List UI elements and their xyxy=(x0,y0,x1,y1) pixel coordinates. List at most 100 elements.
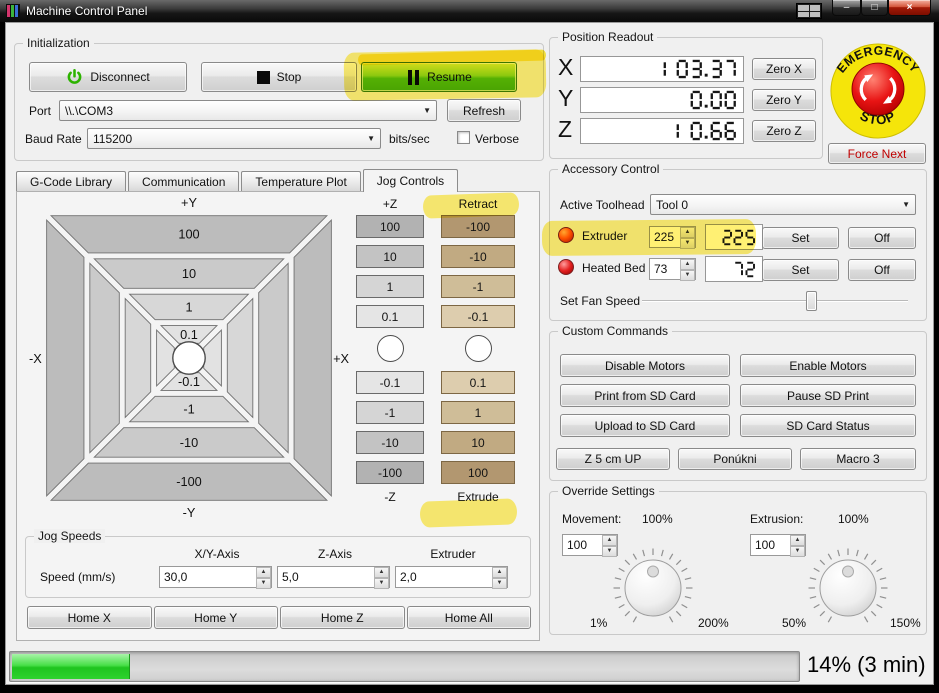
jog-z-button--100[interactable]: -100 xyxy=(356,461,424,484)
z-bottom-label: -Z xyxy=(356,491,424,504)
jog-pad-x-minus-1[interactable] xyxy=(90,263,119,452)
jog-e-button-10[interactable]: 10 xyxy=(441,431,515,454)
speed-xy-spinner[interactable]: 30,0 ▲▼ xyxy=(159,566,272,588)
machine-control-panel-window: Machine Control Panel – □ × Initializati… xyxy=(0,0,939,693)
pause-sd-print-button[interactable]: Pause SD Print xyxy=(740,384,916,407)
upload-to-sd-button[interactable]: Upload to SD Card xyxy=(560,414,730,437)
active-toolhead-combobox[interactable]: Tool 0 ▼ xyxy=(650,194,916,215)
home-z-label: Home Z xyxy=(321,611,364,625)
minimize-button[interactable]: – xyxy=(832,0,861,16)
home-y-button[interactable]: Home Y xyxy=(154,606,279,629)
movement-label: Movement: xyxy=(562,512,621,526)
spin-up-icon[interactable]: ▲ xyxy=(492,567,507,578)
movement-knob[interactable] xyxy=(605,538,701,634)
extrusion-max-label: 150% xyxy=(890,616,921,630)
jog-z-button-1[interactable]: 1 xyxy=(356,275,424,298)
home-all-button[interactable]: Home All xyxy=(407,606,532,629)
jog-pad-x-minus-3[interactable] xyxy=(157,330,175,386)
macro-3-button[interactable]: Macro 3 xyxy=(800,448,916,470)
speed-z-spinner[interactable]: 5,0 ▲▼ xyxy=(277,566,390,588)
fan-slider-track[interactable] xyxy=(642,300,908,302)
force-next-button[interactable]: Force Next xyxy=(828,143,926,164)
heated-bed-target-spinner[interactable]: 73 ▲▼ xyxy=(649,258,696,280)
verbose-checkbox[interactable] xyxy=(457,131,470,144)
heated-bed-set-button[interactable]: Set xyxy=(762,259,839,281)
tab-jog-controls[interactable]: Jog Controls xyxy=(363,169,458,192)
jog-pad-x-plus-3[interactable] xyxy=(204,330,222,386)
extrusion-knob[interactable] xyxy=(800,538,896,634)
speed-row-label: Speed (mm/s) xyxy=(40,570,115,584)
grid-icon[interactable] xyxy=(796,3,822,19)
fan-slider-thumb[interactable] xyxy=(806,291,817,311)
jog-e-button-100[interactable]: 100 xyxy=(441,461,515,484)
jog-e-button--10[interactable]: -10 xyxy=(441,245,515,268)
spin-down-icon[interactable]: ▼ xyxy=(256,578,271,589)
extruder-off-button[interactable]: Off xyxy=(848,227,916,249)
jog-pad-x-plus-2[interactable] xyxy=(227,299,253,418)
print-from-sd-button[interactable]: Print from SD Card xyxy=(560,384,730,407)
jog-e-button--0.1[interactable]: -0.1 xyxy=(441,305,515,328)
extruder-target-spinner[interactable]: 225 ▲▼ xyxy=(649,226,696,248)
spin-up-icon[interactable]: ▲ xyxy=(680,259,695,270)
macro-1-button[interactable]: Z 5 cm UP xyxy=(556,448,670,470)
spin-down-icon[interactable]: ▼ xyxy=(374,578,389,589)
jog-z-button--1[interactable]: -1 xyxy=(356,401,424,424)
home-x-button[interactable]: Home X xyxy=(27,606,152,629)
zero-z-button[interactable]: Zero Z xyxy=(752,120,816,142)
baud-rate-combobox[interactable]: 115200 ▼ xyxy=(87,128,381,149)
heated-bed-label: Heated Bed xyxy=(582,261,645,275)
home-z-button[interactable]: Home Z xyxy=(280,606,405,629)
window-title: Machine Control Panel xyxy=(26,4,147,18)
extrusion-spinner[interactable]: 100 ▲▼ xyxy=(750,534,806,556)
port-combobox[interactable]: \\.\COM3 ▼ xyxy=(59,100,437,121)
zero-y-button[interactable]: Zero Y xyxy=(752,89,816,111)
jog-pad-x-minus-0[interactable] xyxy=(47,220,84,496)
emergency-stop-button[interactable]: EMERGENCY STOP xyxy=(828,41,928,141)
jog-z-center[interactable] xyxy=(377,335,404,362)
maximize-button[interactable]: □ xyxy=(861,0,888,16)
jog-z-button--0.1[interactable]: -0.1 xyxy=(356,371,424,394)
jog-pad-x-plus-0[interactable] xyxy=(294,220,331,496)
zero-x-button[interactable]: Zero X xyxy=(752,58,816,80)
jog-pad-x-minus-2[interactable] xyxy=(125,299,151,418)
jog-z-button-10[interactable]: 10 xyxy=(356,245,424,268)
speed-extruder-spinner[interactable]: 2,0 ▲▼ xyxy=(395,566,508,588)
heated-bed-off-button[interactable]: Off xyxy=(848,259,916,281)
enable-motors-button[interactable]: Enable Motors xyxy=(740,354,916,377)
upload-to-sd-label: Upload to SD Card xyxy=(595,419,696,433)
spin-down-icon[interactable]: ▼ xyxy=(680,238,695,249)
sd-card-status-button[interactable]: SD Card Status xyxy=(740,414,916,437)
extruder-set-button[interactable]: Set xyxy=(762,227,839,249)
tab-communication[interactable]: Communication xyxy=(128,171,239,192)
spin-up-icon[interactable]: ▲ xyxy=(680,227,695,238)
close-button[interactable]: × xyxy=(888,0,931,16)
speed-xy-value: 30,0 xyxy=(160,567,256,587)
disconnect-button[interactable]: Disconnect xyxy=(29,62,187,92)
jog-z-column: +Z1001010.1-0.1-1-10-100-Z xyxy=(356,198,424,508)
jog-e-button--100[interactable]: -100 xyxy=(441,215,515,238)
jog-z-button-0.1[interactable]: 0.1 xyxy=(356,305,424,328)
accessory-control-legend: Accessory Control xyxy=(558,162,663,176)
extruder-label: Extruder xyxy=(582,229,627,243)
resume-button[interactable]: Resume xyxy=(361,62,517,92)
jog-e-center[interactable] xyxy=(465,335,492,362)
tab-gcode-library[interactable]: G-Code Library xyxy=(16,171,126,192)
tab-temperature-plot[interactable]: Temperature Plot xyxy=(241,171,360,192)
spin-up-icon[interactable]: ▲ xyxy=(256,567,271,578)
jog-pad[interactable]: 100-10010-101-10.1-0.1+Y-Y-X+X xyxy=(27,196,351,520)
jog-pad-x-plus-1[interactable] xyxy=(259,263,288,452)
jog-pad-center[interactable] xyxy=(173,342,205,374)
spin-down-icon[interactable]: ▼ xyxy=(680,270,695,281)
macro-2-button[interactable]: Ponúkni xyxy=(678,448,792,470)
jog-z-button-100[interactable]: 100 xyxy=(356,215,424,238)
spin-down-icon[interactable]: ▼ xyxy=(492,578,507,589)
disable-motors-button[interactable]: Disable Motors xyxy=(560,354,730,377)
spin-up-icon[interactable]: ▲ xyxy=(374,567,389,578)
jog-z-button--10[interactable]: -10 xyxy=(356,431,424,454)
jog-e-button-0.1[interactable]: 0.1 xyxy=(441,371,515,394)
jog-e-button--1[interactable]: -1 xyxy=(441,275,515,298)
stop-button[interactable]: Stop xyxy=(201,62,357,92)
refresh-button[interactable]: Refresh xyxy=(447,99,521,122)
title-bar[interactable]: Machine Control Panel – □ × xyxy=(0,0,939,22)
jog-e-button-1[interactable]: 1 xyxy=(441,401,515,424)
